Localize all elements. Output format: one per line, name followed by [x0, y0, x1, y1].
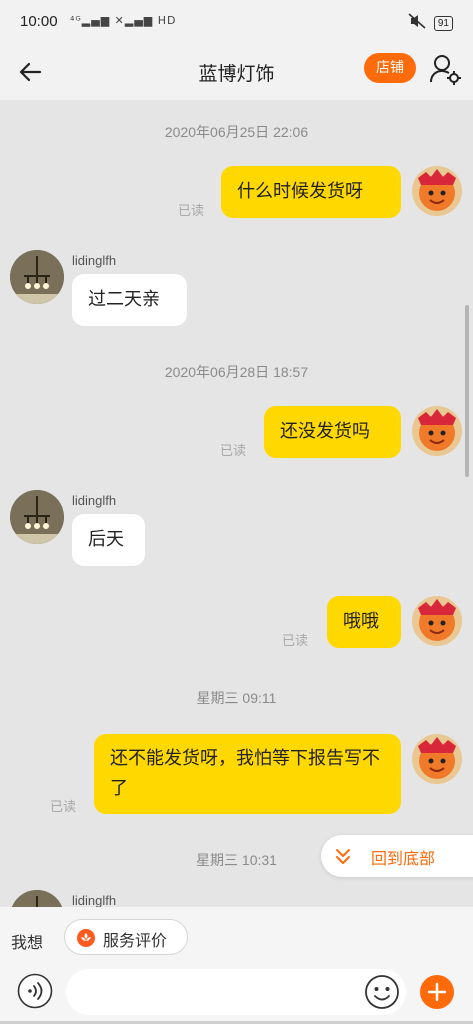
input-bar	[0, 967, 473, 1024]
double-chevron-down-icon	[333, 847, 353, 867]
voice-icon[interactable]	[17, 973, 53, 1009]
quick-actions-bar: 我想 服务评价	[0, 907, 473, 967]
message-bubble-received[interactable]: 后天	[72, 514, 145, 566]
merchant-avatar[interactable]	[10, 890, 64, 907]
service-rating-chip[interactable]: 服务评价	[64, 919, 188, 955]
my-avatar[interactable]	[408, 160, 466, 218]
my-avatar[interactable]	[408, 400, 466, 458]
sender-name: lidinglfh	[72, 893, 117, 907]
flower-icon	[77, 929, 95, 947]
read-status: 已读	[220, 444, 247, 459]
chat-area[interactable]: 2020年06月25日 22:06 已读 什么时候发货呀 lidinglfh 过…	[0, 100, 473, 907]
mute-icon	[408, 13, 426, 33]
emoji-icon[interactable]	[364, 974, 400, 1010]
read-status: 已读	[178, 204, 205, 219]
message-bubble-received[interactable]: 过二天亲	[72, 274, 187, 326]
add-attachment-icon[interactable]	[420, 975, 454, 1009]
timestamp: 2020年06月28日 18:57	[164, 364, 309, 380]
sender-name: lidinglfh	[72, 493, 117, 508]
timestamp: 星期三 09:11	[196, 690, 277, 706]
scroll-to-bottom-label: 回到底部	[371, 849, 436, 868]
battery-icon: 91	[433, 15, 453, 31]
message-bubble-sent[interactable]: 还没发货吗	[264, 406, 401, 458]
quick-label: 我想	[11, 933, 44, 952]
message-bubble-sent[interactable]: 什么时候发货呀	[221, 166, 401, 218]
read-status: 已读	[282, 634, 309, 649]
back-arrow-icon[interactable]	[14, 55, 48, 89]
merchant-avatar[interactable]	[10, 250, 64, 304]
chat-header: 蓝博灯饰 店铺	[0, 44, 473, 100]
service-rating-label: 服务评价	[103, 931, 168, 950]
status-bar: 10:00 ⁴ᴳ▂▄▆ ✕▂▄▆ HD 91	[0, 0, 473, 44]
scrollbar[interactable]	[465, 305, 469, 477]
profile-settings-icon[interactable]	[428, 52, 462, 86]
status-right: 91	[408, 13, 453, 33]
timestamp: 2020年06月25日 22:06	[164, 124, 309, 140]
sender-name: lidinglfh	[72, 253, 117, 268]
my-avatar[interactable]	[408, 590, 466, 648]
merchant-avatar[interactable]	[10, 490, 64, 544]
message-bubble-sent[interactable]: 哦哦	[327, 596, 401, 648]
message-bubble-sent[interactable]: 还不能发货呀，我怕等下报告写不了	[94, 734, 401, 814]
read-status: 已读	[50, 800, 77, 815]
status-time: 10:00	[20, 13, 58, 30]
store-button[interactable]: 店铺	[364, 53, 416, 83]
my-avatar[interactable]	[408, 728, 466, 786]
scroll-to-bottom-button[interactable]: 回到底部	[321, 835, 473, 877]
message-input[interactable]	[66, 969, 406, 1015]
signal-indicator: ⁴ᴳ▂▄▆ ✕▂▄▆ HD	[70, 14, 177, 27]
